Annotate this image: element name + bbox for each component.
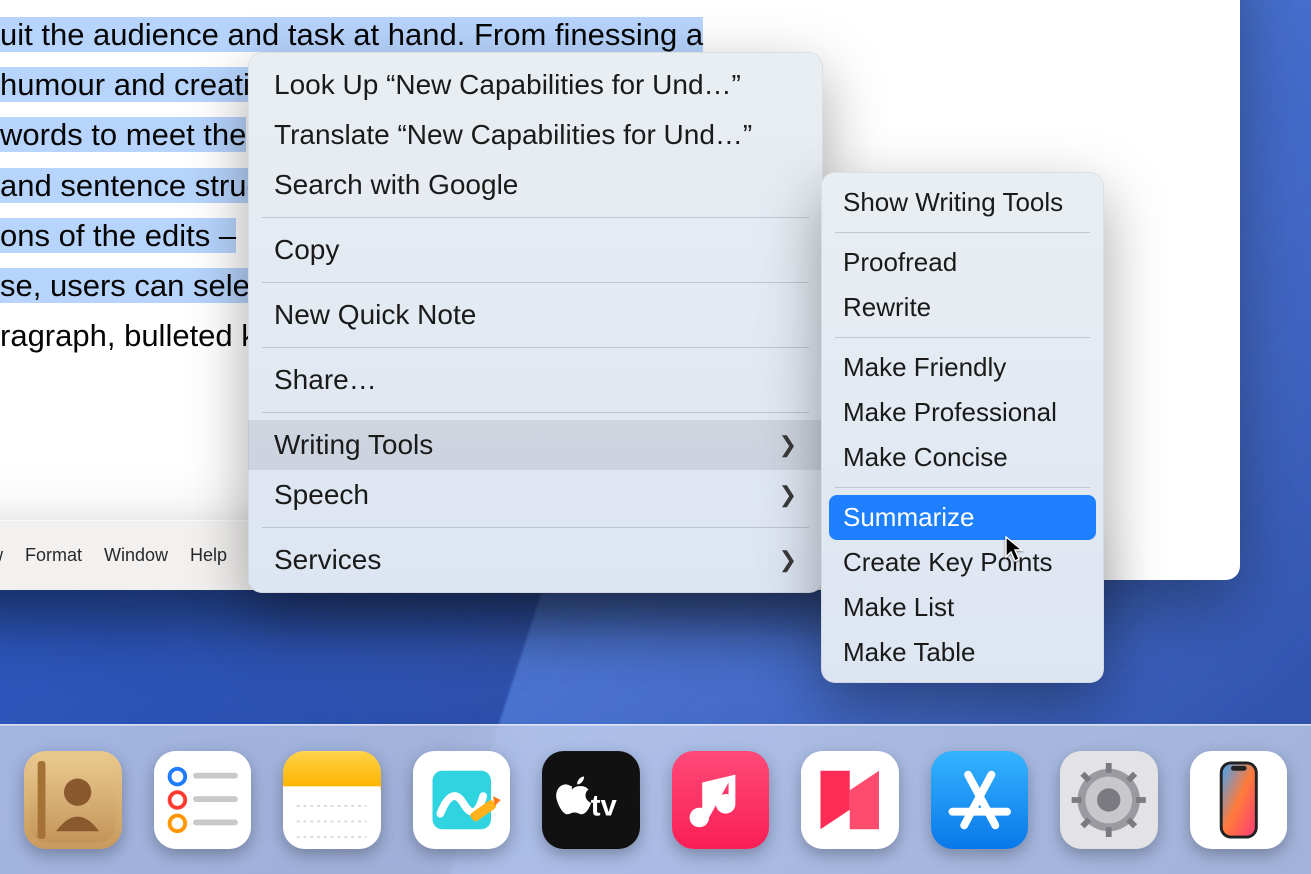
apple-tv-icon[interactable]: tv: [542, 751, 640, 849]
submenu-item-make-professional[interactable]: Make Professional: [821, 390, 1104, 435]
document-line: uit the audience and task at hand. From …: [0, 17, 703, 52]
menubar-item-help[interactable]: Help: [190, 545, 227, 566]
chevron-right-icon: ❯: [779, 432, 797, 458]
submenu-item-rewrite[interactable]: Rewrite: [821, 285, 1104, 330]
menu-item-share[interactable]: Share…: [248, 355, 823, 405]
music-icon[interactable]: [672, 751, 770, 849]
menu-item-copy[interactable]: Copy: [248, 225, 823, 275]
dock: tv: [0, 724, 1311, 874]
app-store-icon[interactable]: [931, 751, 1029, 849]
menu-separator: [262, 412, 809, 413]
svg-text:tv: tv: [591, 790, 618, 822]
menu-separator: [262, 217, 809, 218]
submenu-item-show-writing-tools[interactable]: Show Writing Tools: [821, 180, 1104, 225]
menu-item-search-google[interactable]: Search with Google: [248, 160, 823, 210]
notes-icon[interactable]: [283, 751, 381, 849]
chevron-right-icon: ❯: [779, 482, 797, 508]
menu-separator: [835, 487, 1090, 488]
submenu-item-make-list[interactable]: Make List: [821, 585, 1104, 630]
menu-separator: [835, 337, 1090, 338]
menu-item-translate[interactable]: Translate “New Capabilities for Und…”: [248, 110, 823, 160]
submenu-item-summarize[interactable]: Summarize: [829, 495, 1096, 540]
iphone-mirroring-icon[interactable]: [1190, 751, 1288, 849]
reminders-icon[interactable]: [154, 751, 252, 849]
cursor-pointer-icon: [1004, 536, 1026, 564]
document-line: ons of the edits –: [0, 218, 236, 253]
menu-separator: [835, 232, 1090, 233]
submenu-item-make-friendly[interactable]: Make Friendly: [821, 345, 1104, 390]
menu-item-services[interactable]: Services ❯: [248, 535, 823, 585]
submenu-item-make-table[interactable]: Make Table: [821, 630, 1104, 675]
dock-region: tv: [0, 714, 1311, 874]
menu-item-new-quick-note[interactable]: New Quick Note: [248, 290, 823, 340]
settings-icon[interactable]: [1060, 751, 1158, 849]
menubar-item[interactable]: w: [0, 545, 3, 566]
freeform-icon[interactable]: [413, 751, 511, 849]
menu-item-writing-tools[interactable]: Writing Tools ❯: [248, 420, 823, 470]
menu-separator: [262, 527, 809, 528]
submenu-item-create-key-points[interactable]: Create Key Points: [821, 540, 1104, 585]
writing-tools-submenu: Show Writing Tools Proofread Rewrite Mak…: [821, 172, 1104, 683]
news-icon[interactable]: [801, 751, 899, 849]
menu-separator: [262, 282, 809, 283]
menu-item-look-up[interactable]: Look Up “New Capabilities for Und…”: [248, 60, 823, 110]
menu-item-speech[interactable]: Speech ❯: [248, 470, 823, 520]
menubar-item-format[interactable]: Format: [25, 545, 82, 566]
submenu-item-proofread[interactable]: Proofread: [821, 240, 1104, 285]
context-menu: Look Up “New Capabilities for Und…” Tran…: [248, 52, 823, 593]
chevron-right-icon: ❯: [779, 547, 797, 573]
menu-separator: [262, 347, 809, 348]
menubar-item-window[interactable]: Window: [104, 545, 168, 566]
document-line: words to meet the: [0, 117, 246, 152]
contacts-icon[interactable]: [24, 751, 122, 849]
submenu-item-make-concise[interactable]: Make Concise: [821, 435, 1104, 480]
